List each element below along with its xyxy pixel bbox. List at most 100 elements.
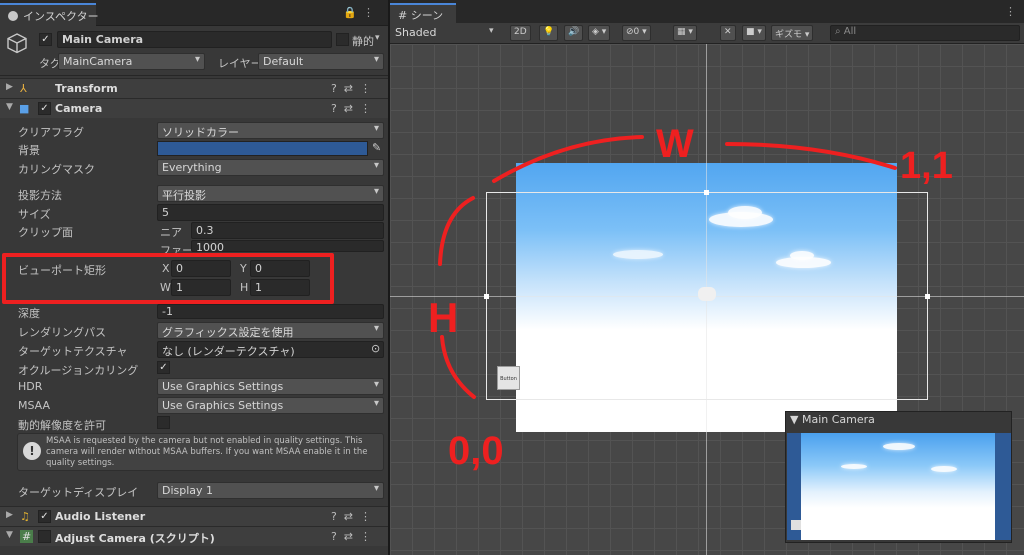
msaa-dropdown[interactable]: Use Graphics Settings: [157, 397, 384, 414]
clear-flags-dropdown[interactable]: ソリッドカラー: [157, 122, 384, 139]
active-checkbox[interactable]: ✓: [39, 33, 52, 46]
dynamic-resolution-checkbox[interactable]: [157, 416, 170, 429]
inspector-panel: インスペクター 🔒⋮ ✓ Main Camera 静的 ▾ タグ MainCam…: [0, 0, 388, 555]
projection-dropdown[interactable]: 平行投影: [157, 185, 384, 202]
background-color-swatch[interactable]: [157, 141, 368, 156]
tag-dropdown[interactable]: MainCamera: [58, 53, 205, 70]
tab-inspector[interactable]: インスペクター: [0, 3, 99, 26]
occlusion-culling-checkbox[interactable]: ✓: [157, 361, 170, 374]
shading-dropdown-arrow-icon[interactable]: ▾: [489, 26, 494, 36]
object-name-input[interactable]: Main Camera: [57, 31, 332, 48]
tab-inspector-label: インスペクター: [23, 10, 99, 23]
hdr-dropdown[interactable]: Use Graphics Settings: [157, 378, 384, 395]
layer-label: レイヤー: [218, 57, 262, 70]
depth-input[interactable]: -1: [157, 304, 384, 319]
depth-label: 深度: [18, 307, 40, 320]
height-bracket-bottom-stroke: [440, 335, 476, 399]
annotation-top-right: 1,1: [900, 145, 953, 187]
inspector-tab-bar: インスペクター 🔒⋮: [0, 0, 388, 26]
culling-mask-dropdown[interactable]: Everything: [157, 159, 384, 176]
collapse-arrow-icon[interactable]: ▶: [6, 82, 13, 92]
dynamic-resolution-label: 動的解像度を許可: [18, 419, 106, 432]
preview-title-text: Main Camera: [801, 413, 875, 426]
near-input[interactable]: 0.3: [191, 222, 384, 239]
info-speech-icon: !: [23, 442, 41, 460]
rendering-path-label: レンダリングパス: [18, 326, 106, 339]
cloud: [931, 466, 957, 472]
camera-settings-icon[interactable]: ■ ▾: [742, 25, 766, 41]
preview-image: [787, 433, 1011, 540]
separator: [0, 75, 388, 76]
layer-dropdown[interactable]: Default: [258, 53, 384, 70]
scene-menu-icon[interactable]: ⋮: [1005, 5, 1016, 18]
annotation-h: H: [428, 294, 459, 341]
preview-sky: [801, 433, 995, 540]
script-icon: #: [20, 530, 34, 543]
annotation-bottom-left: 0,0: [448, 429, 504, 473]
component-menu-icons[interactable]: ?⇄⋮: [331, 530, 378, 543]
effects-dropdown-icon[interactable]: ◈ ▾: [588, 25, 611, 41]
far-input[interactable]: 1000: [191, 240, 384, 252]
camera-icon: ■: [19, 102, 30, 115]
height-bracket-top-stroke: [438, 196, 475, 266]
projection-label: 投影方法: [18, 189, 62, 202]
component-transform-header[interactable]: ▶ ⅄ Transform ?⇄⋮: [0, 78, 388, 98]
tools-icon[interactable]: ✕: [720, 25, 736, 41]
component-camera-header[interactable]: ▼ ■ ✓ Camera ?⇄⋮: [0, 98, 388, 118]
width-bracket-right-stroke: [725, 142, 897, 170]
msaa-warning-text: MSAA is requested by the camera but not …: [46, 436, 368, 468]
scene-tab-bar: # シーン ⋮: [390, 0, 1024, 23]
audio-toggle-icon[interactable]: 🔊: [564, 25, 584, 41]
hdr-label: HDR: [18, 380, 43, 393]
component-menu-icons[interactable]: ?⇄⋮: [331, 510, 378, 523]
hidden-count: 0: [633, 27, 640, 37]
size-input[interactable]: 5: [157, 204, 384, 221]
lock-menu-icons[interactable]: 🔒⋮: [343, 6, 380, 19]
expand-arrow-icon[interactable]: ▼: [6, 102, 13, 112]
gizmos-dropdown[interactable]: ギズモ ▾: [771, 25, 814, 41]
target-display-label: ターゲットディスプレイ: [18, 486, 139, 499]
viewport-rect-highlight: [2, 253, 334, 304]
scene-search-input[interactable]: ⌕ All: [830, 25, 1020, 41]
preview-title: ▼ Main Camera: [790, 413, 875, 426]
object-picker-icon[interactable]: ⊙: [371, 342, 380, 355]
clear-flags-label: クリアフラグ: [18, 126, 84, 139]
target-texture-field[interactable]: なし (レンダーテクスチャ): [157, 341, 384, 358]
culling-mask-label: カリングマスク: [18, 163, 95, 176]
static-label[interactable]: 静的: [352, 33, 374, 49]
camera-preview-window[interactable]: ▼ Main Camera: [785, 411, 1012, 543]
scene-viewport[interactable]: Button W H 1,1 0,0 ▼ Main Camera: [390, 44, 1024, 555]
component-menu-icons[interactable]: ?⇄⋮: [331, 102, 378, 115]
component-audio-listener-header[interactable]: ▶ ♫ ✓ Audio Listener ?⇄⋮: [0, 506, 388, 526]
component-menu-icons[interactable]: ?⇄⋮: [331, 82, 378, 95]
rendering-path-dropdown[interactable]: グラフィックス設定を使用: [157, 322, 384, 339]
camera-enabled-checkbox[interactable]: ✓: [38, 102, 51, 115]
size-label: サイズ: [18, 208, 51, 221]
static-dropdown-icon[interactable]: ▾: [375, 33, 380, 43]
target-display-dropdown[interactable]: Display 1: [157, 482, 384, 499]
background-label: 背景: [18, 144, 40, 157]
toggle-2d-button[interactable]: 2D: [510, 25, 531, 41]
shading-mode-dropdown[interactable]: Shaded: [395, 26, 436, 39]
grid-toggle-icon[interactable]: ▦ ▾: [673, 25, 697, 41]
info-icon: [8, 11, 18, 21]
hidden-objects-icon[interactable]: ⊘0 ▾: [622, 25, 651, 41]
audio-listener-checkbox[interactable]: ✓: [38, 510, 51, 523]
cloud: [883, 443, 915, 450]
msaa-label: MSAA: [18, 399, 51, 412]
transform-icon: ⅄: [20, 82, 27, 95]
component-camera-label: Camera: [55, 102, 103, 115]
collapse-arrow-icon[interactable]: ▶: [6, 510, 13, 520]
expand-arrow-icon[interactable]: ▼: [6, 530, 13, 540]
adjust-camera-checkbox[interactable]: [38, 530, 51, 543]
scene-toolbar: Shaded ▾ 2D 💡 🔊 ◈ ▾ ⊘0 ▾ ▦ ▾ ✕ ■ ▾ ギズモ ▾…: [390, 23, 1024, 44]
static-checkbox[interactable]: [336, 33, 349, 46]
component-adjust-camera-header[interactable]: ▼ # Adjust Camera (スクリプト) ?⇄⋮: [0, 526, 388, 546]
eyedropper-icon[interactable]: ✎: [372, 141, 381, 154]
lighting-toggle-icon[interactable]: 💡: [539, 25, 559, 41]
component-audio-listener-label: Audio Listener: [55, 510, 146, 523]
near-label: ニア: [160, 226, 182, 239]
tab-scene-label: シーン: [410, 9, 444, 22]
tab-scene[interactable]: # シーン: [390, 3, 456, 23]
msaa-warning-helpbox: ! MSAA is requested by the camera but no…: [17, 433, 384, 471]
